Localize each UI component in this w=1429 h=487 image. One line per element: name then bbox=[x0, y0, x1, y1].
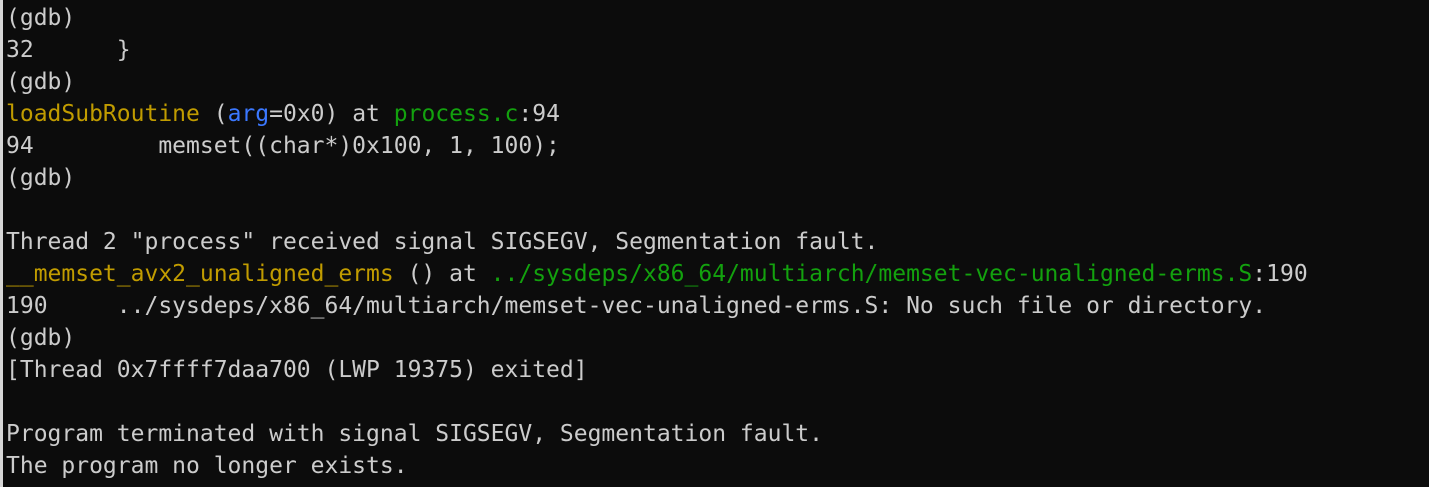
gdb-prompt: (gdb) bbox=[6, 165, 76, 191]
program-status-message: The program no longer exists. bbox=[6, 453, 408, 479]
stack-frame-line: __memset_avx2_unaligned_erms () at ../sy… bbox=[6, 258, 1429, 290]
file-path: process.c bbox=[393, 101, 519, 127]
function-name: loadSubRoutine bbox=[6, 101, 200, 127]
argument-name: arg bbox=[227, 101, 270, 127]
frame-text: ( bbox=[199, 101, 228, 127]
line-number-suffix: :94 bbox=[518, 101, 560, 127]
frame-text: () at bbox=[393, 261, 491, 287]
thread-exit-message: [Thread 0x7ffff7daa700 (LWP 19375) exite… bbox=[6, 357, 588, 383]
terminal-window[interactable]: (gdb) 32 } (gdb) loadSubRoutine (arg=0x0… bbox=[0, 0, 1429, 487]
gdb-prompt: (gdb) bbox=[6, 69, 76, 95]
termination-message: Program terminated with signal SIGSEGV, … bbox=[6, 421, 823, 447]
source-line: 32 } bbox=[6, 37, 131, 63]
gdb-prompt: (gdb) bbox=[6, 5, 76, 31]
frame-text: =0x0) at bbox=[269, 101, 394, 127]
source-line: 190 ../sysdeps/x86_64/multiarch/memset-v… bbox=[6, 293, 1267, 319]
stack-frame-line: loadSubRoutine (arg=0x0) at process.c:94 bbox=[6, 98, 1429, 130]
file-path: ../sysdeps/x86_64/multiarch/memset-vec-u… bbox=[490, 261, 1253, 287]
source-line: 94 memset((char*)0x100, 1, 100); bbox=[6, 133, 560, 159]
line-number-suffix: :190 bbox=[1252, 261, 1308, 287]
gdb-prompt: (gdb) bbox=[6, 325, 76, 351]
terminal-output: (gdb) 32 } (gdb) loadSubRoutine (arg=0x0… bbox=[6, 2, 1429, 482]
function-name: __memset_avx2_unaligned_erms bbox=[6, 261, 394, 287]
signal-message: Thread 2 "process" received signal SIGSE… bbox=[6, 229, 879, 255]
